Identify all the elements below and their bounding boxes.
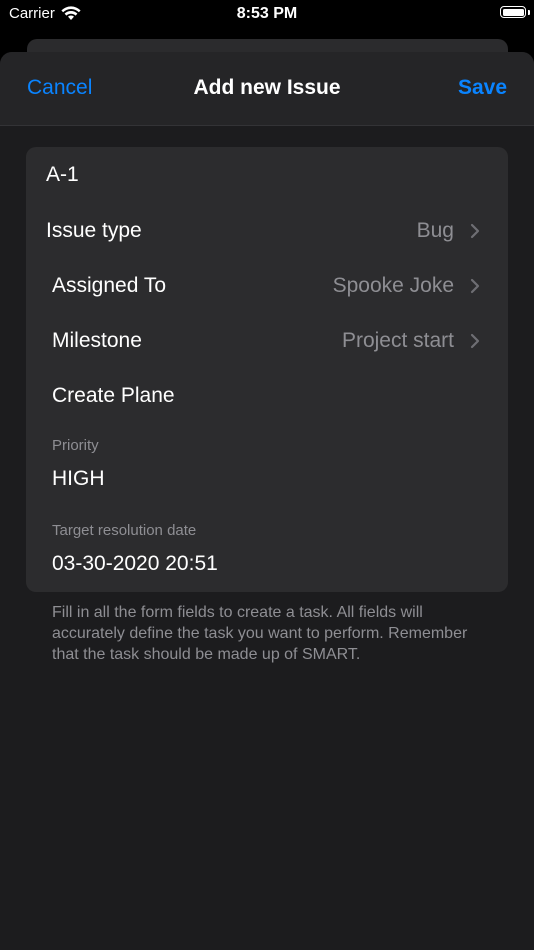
- milestone-value: Project start: [341, 329, 454, 352]
- page-title: Add new Issue: [193, 76, 341, 99]
- issue-id-value: A-1: [46, 163, 79, 186]
- assigned-to-label: Assigned To: [52, 274, 167, 297]
- priority-value[interactable]: HIGH: [52, 467, 105, 491]
- save-button[interactable]: Save: [458, 76, 507, 100]
- priority-label: Priority: [52, 437, 99, 454]
- chevron-right-icon: [470, 278, 480, 294]
- chevron-right-icon: [470, 333, 480, 349]
- issue-type-value: Bug: [416, 219, 454, 242]
- form-footer-note: Fill in all the form fields to create a …: [52, 604, 468, 663]
- milestone-label: Milestone: [52, 329, 142, 352]
- target-date-label: Target resolution date: [52, 522, 197, 539]
- target-date-value[interactable]: 03-30-2020 20:51: [52, 552, 218, 576]
- status-time: 8:53 PM: [236, 5, 298, 22]
- battery-tip: [528, 10, 530, 15]
- issue-type-label: Issue type: [46, 219, 142, 242]
- chevron-right-icon: [470, 223, 480, 239]
- title-value: Create Plane: [52, 384, 175, 407]
- status-bar: Carrier 8:53 PM: [0, 0, 534, 30]
- navigation-bar: Cancel Add new Issue Save: [0, 52, 534, 126]
- issue-form: A-1 Issue type Bug Assigned To Spooke Jo…: [26, 147, 508, 592]
- screen: Carrier 8:53 PM Cancel Add new Issue Sav…: [0, 0, 534, 950]
- add-issue-sheet: Cancel Add new Issue Save A-1 Issue type…: [0, 52, 534, 950]
- battery-level: [502, 8, 524, 16]
- battery-icon: [500, 6, 526, 18]
- assigned-to-value: Spooke Joke: [332, 274, 454, 297]
